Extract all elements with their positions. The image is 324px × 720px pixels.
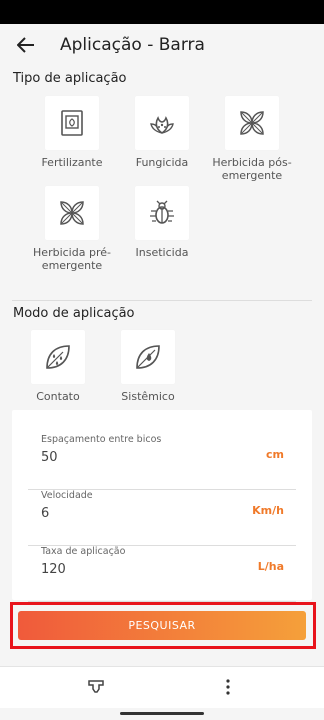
modo-option-contato[interactable]: Contato bbox=[8, 330, 108, 403]
tipo-label: Fungicida bbox=[135, 156, 189, 169]
modo-option-sistemico[interactable]: Sistêmico bbox=[98, 330, 198, 403]
tipo-option-fertilizante[interactable]: Fertilizante bbox=[22, 96, 122, 169]
status-bar bbox=[0, 0, 324, 24]
fertilizer-icon bbox=[45, 96, 99, 150]
speed-field[interactable]: Velocidade 6 Km/h bbox=[28, 490, 296, 546]
app-bar: Aplicação - Barra bbox=[0, 24, 324, 66]
field-label: Velocidade bbox=[41, 490, 93, 501]
insecticide-icon bbox=[135, 186, 189, 240]
system-home-bar bbox=[0, 708, 324, 720]
search-button[interactable]: PESQUISAR bbox=[18, 611, 306, 640]
arrow-back-icon[interactable] bbox=[6, 25, 46, 65]
field-unit: Km/h bbox=[252, 504, 284, 517]
herbicide-post-icon bbox=[225, 96, 279, 150]
contact-leaf-icon bbox=[31, 330, 85, 384]
field-unit: L/ha bbox=[257, 560, 284, 573]
modo-label: Sistêmico bbox=[121, 390, 175, 403]
nozzle-icon[interactable] bbox=[86, 677, 106, 697]
section-title-tipo: Tipo de aplicação bbox=[13, 71, 127, 86]
herbicide-pre-icon bbox=[45, 186, 99, 240]
home-indicator[interactable] bbox=[120, 712, 204, 715]
section-title-modo: Modo de aplicação bbox=[13, 306, 135, 321]
systemic-leaf-icon bbox=[121, 330, 175, 384]
field-value[interactable]: 50 bbox=[41, 450, 58, 465]
spacing-field[interactable]: Espaçamento entre bicos 50 cm bbox=[28, 434, 296, 490]
page-title: Aplicação - Barra bbox=[60, 35, 205, 55]
rate-field[interactable]: Taxa de aplicação 120 L/ha bbox=[28, 546, 296, 602]
field-label: Espaçamento entre bicos bbox=[41, 434, 162, 445]
bottom-nav-bar bbox=[0, 666, 324, 708]
tipo-option-inseticida[interactable]: Inseticida bbox=[112, 186, 212, 259]
field-value[interactable]: 6 bbox=[41, 506, 49, 521]
more-vert-icon[interactable] bbox=[218, 677, 238, 697]
tipo-option-herbicida-pre[interactable]: Herbicida pré-emergente bbox=[22, 186, 122, 272]
tipo-label: Herbicida pré-emergente bbox=[33, 246, 111, 272]
tipo-label: Herbicida pós-emergente bbox=[212, 156, 292, 182]
field-label: Taxa de aplicação bbox=[41, 546, 126, 557]
tipo-option-fungicida[interactable]: Fungicida bbox=[112, 96, 212, 169]
modo-label: Contato bbox=[36, 390, 80, 403]
fungicide-icon bbox=[135, 96, 189, 150]
tipo-label: Fertilizante bbox=[41, 156, 103, 169]
divider bbox=[12, 300, 312, 301]
tipo-label: Inseticida bbox=[135, 246, 189, 259]
tipo-option-herbicida-pos[interactable]: Herbicida pós-emergente bbox=[202, 96, 302, 182]
field-unit: cm bbox=[266, 448, 284, 461]
field-value[interactable]: 120 bbox=[41, 562, 66, 577]
